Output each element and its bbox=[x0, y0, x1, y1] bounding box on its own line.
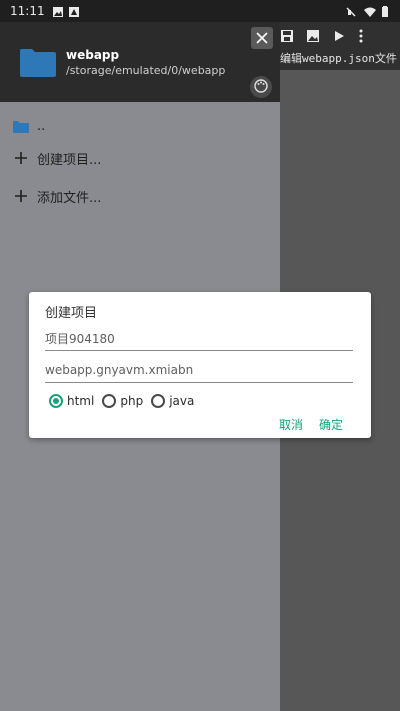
radio-html[interactable]: html bbox=[49, 394, 94, 408]
toolbar-hint: 编辑webapp.json文件 bbox=[280, 52, 397, 65]
image-icon[interactable] bbox=[306, 28, 320, 42]
status-right-icons bbox=[346, 6, 392, 17]
dialog-title: 创建项目 bbox=[45, 306, 98, 321]
create-project-dialog: 创建项目 html php java 取消 确定 bbox=[29, 292, 371, 438]
status-time: 11:11 bbox=[10, 4, 45, 18]
package-name-input[interactable] bbox=[45, 358, 353, 383]
palette-icon bbox=[254, 78, 268, 97]
project-name-input[interactable] bbox=[45, 326, 353, 351]
drawer-title: webapp bbox=[66, 48, 120, 62]
plus-icon bbox=[13, 188, 29, 204]
radio-label: php bbox=[120, 394, 144, 408]
close-icon bbox=[256, 29, 268, 48]
mute-icon bbox=[346, 6, 356, 17]
radio-label: html bbox=[67, 394, 95, 408]
battery-icon bbox=[382, 6, 392, 17]
toolbar-icons bbox=[280, 28, 372, 43]
drawer-item-label: 添加文件... bbox=[37, 190, 102, 206]
wifi-icon bbox=[364, 6, 376, 17]
project-type-radio-group: html php java bbox=[49, 394, 202, 408]
status-left-icons bbox=[52, 6, 79, 17]
drawer-item-parent-folder[interactable]: .. bbox=[0, 108, 280, 144]
image-icon bbox=[52, 6, 63, 17]
radio-button-checked[interactable] bbox=[49, 394, 63, 408]
more-icon[interactable] bbox=[358, 28, 372, 43]
drawer-path: /storage/emulated/0/webapp bbox=[66, 64, 226, 77]
plus-icon bbox=[13, 150, 29, 166]
drawer-item-label: 创建项目... bbox=[37, 152, 102, 168]
folder-icon bbox=[20, 47, 56, 77]
drawer-item-add-file[interactable]: 添加文件... bbox=[0, 178, 280, 214]
radio-button[interactable] bbox=[151, 394, 166, 408]
status-bar: 11:11 bbox=[0, 0, 400, 22]
radio-button[interactable] bbox=[102, 394, 117, 408]
radio-label: java bbox=[169, 394, 195, 408]
notification-icon bbox=[68, 6, 79, 17]
dialog-actions: 取消 确定 bbox=[279, 416, 343, 433]
close-drawer-button[interactable] bbox=[251, 27, 273, 49]
drawer-header: webapp /storage/emulated/0/webapp bbox=[0, 22, 280, 102]
drawer-item-label: .. bbox=[37, 118, 46, 134]
confirm-button[interactable]: 确定 bbox=[319, 416, 343, 433]
app-toolbar: 编辑webapp.json文件 bbox=[280, 22, 400, 70]
save-icon[interactable] bbox=[280, 28, 294, 42]
folder-icon bbox=[13, 118, 29, 134]
radio-php[interactable]: php bbox=[102, 394, 143, 408]
radio-java[interactable]: java bbox=[151, 394, 194, 408]
play-icon[interactable] bbox=[332, 28, 346, 42]
cancel-button[interactable]: 取消 bbox=[279, 416, 303, 433]
drawer-item-create-project[interactable]: 创建项目... bbox=[0, 140, 280, 176]
theme-palette-button[interactable] bbox=[250, 76, 272, 98]
